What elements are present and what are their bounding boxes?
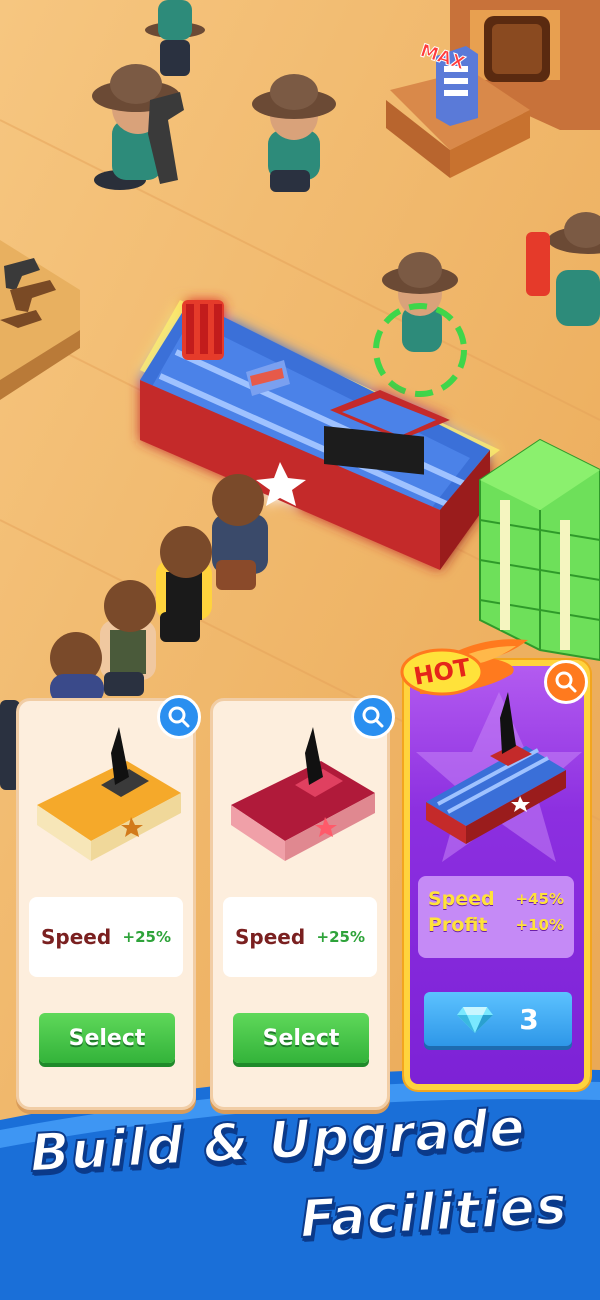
stat-row: Speed +45% [428, 886, 564, 912]
hot-stats-box: Speed +45% Profit +10% [418, 876, 574, 958]
stat-box: Speed +25% [29, 897, 183, 977]
stat-name: Speed [41, 925, 112, 949]
gem-price: 3 [519, 1002, 539, 1036]
hot-counter-option-card[interactable]: Speed +45% Profit +10% 3 [404, 660, 590, 1090]
select-button[interactable]: Select [233, 1013, 369, 1063]
magnifier-icon [555, 671, 577, 693]
stat-value: +10% [515, 916, 564, 934]
orange-counter-preview [37, 727, 181, 861]
diamond-icon [457, 1007, 494, 1033]
stat-box: Speed +25% [223, 897, 377, 977]
buy-with-gems-button[interactable]: 3 [424, 992, 572, 1046]
stat-value: +25% [316, 928, 365, 946]
cash-stacks [479, 438, 600, 662]
stat-row: Profit +10% [428, 912, 564, 938]
stat-value: +25% [122, 928, 171, 946]
red-counter-preview [231, 727, 375, 861]
stat-value: +45% [515, 890, 564, 908]
stat-name: Speed [235, 925, 306, 949]
counter-option-card[interactable]: Speed +25% Select [210, 695, 395, 1110]
stat-name: Speed [428, 888, 495, 910]
stat-name: Profit [428, 914, 488, 936]
blue-counter-preview [416, 692, 582, 862]
select-button[interactable]: Select [39, 1013, 175, 1063]
counter-option-card[interactable]: Speed +25% Select [16, 695, 201, 1110]
hot-badge: HOT [400, 639, 528, 696]
